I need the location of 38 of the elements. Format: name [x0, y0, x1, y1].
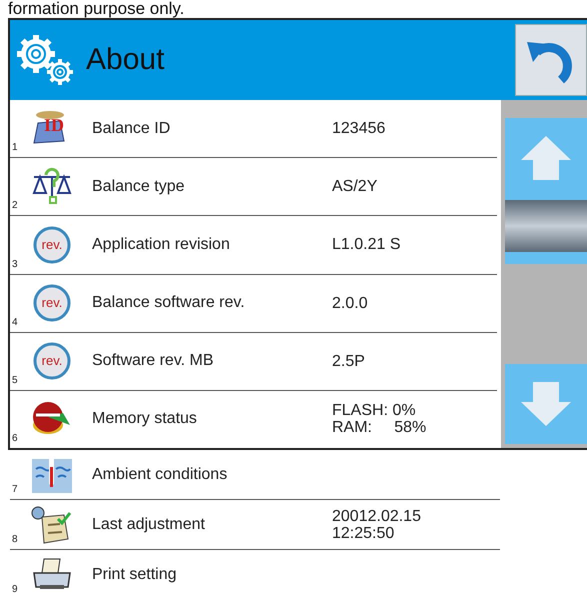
scrollbar-thumb[interactable] — [505, 198, 587, 264]
row-number: 8 — [11, 534, 19, 547]
row-label: Print setting — [92, 566, 178, 584]
row-number: 1 — [11, 142, 19, 156]
row-value: AS/2Y — [332, 178, 378, 196]
row-value: RAM: 58% — [332, 419, 426, 436]
scroll-up-button[interactable] — [505, 118, 587, 198]
row-label: Balance software rev. — [92, 294, 246, 312]
row-value: 20012.02.15 — [332, 508, 421, 524]
row-label: Software rev. MB — [92, 352, 215, 370]
up-arrow-icon — [521, 136, 571, 180]
row-number: 4 — [11, 316, 19, 330]
row-label: Memory status — [92, 410, 198, 428]
row-label: Balance type — [92, 178, 186, 196]
calendar-icon — [30, 504, 74, 544]
row-label: Balance ID — [92, 120, 172, 138]
gears-icon — [16, 34, 76, 86]
down-arrow-icon — [521, 382, 571, 426]
row-value: 2.0.0 — [332, 294, 368, 312]
row-number: 2 — [11, 200, 19, 214]
scale-question-icon — [30, 166, 74, 207]
row-label: Last adjustment — [92, 516, 206, 534]
row-number: 3 — [11, 258, 19, 272]
row-value: L1.0.21 S — [332, 236, 400, 254]
caption-text: formation purpose only. — [7, 0, 186, 18]
row-value: FLASH: 0% — [332, 402, 417, 420]
row-value: 123456 — [332, 120, 386, 138]
row-number: 9 — [11, 584, 19, 597]
row-number: 5 — [11, 374, 19, 388]
row-number: 6 — [11, 433, 19, 446]
row-label: Ambient conditions — [92, 466, 228, 484]
row-value: 2.5P — [332, 352, 365, 370]
window-title: About — [86, 43, 166, 77]
back-button[interactable] — [515, 24, 587, 96]
row-label: Application revision — [92, 236, 231, 254]
row-number: 7 — [11, 484, 19, 497]
row-value: 12:25:50 — [332, 524, 396, 542]
scroll-down-button[interactable] — [505, 364, 587, 444]
